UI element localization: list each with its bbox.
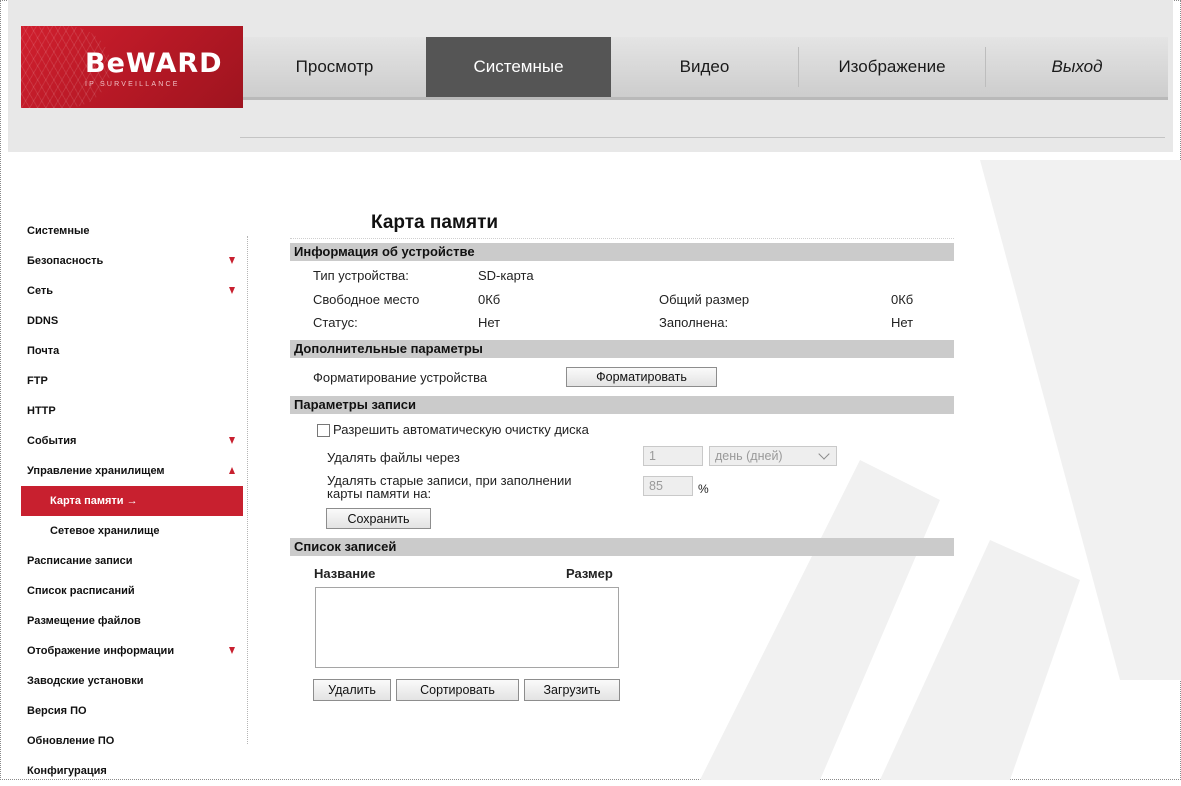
sidebar-item-label: DDNS	[27, 315, 59, 327]
collapse-arrow-icon[interactable]	[229, 467, 235, 474]
sidebar-item-firmware-version[interactable]: Версия ПО	[21, 696, 243, 726]
sidebar-item-label: Системные	[27, 225, 90, 237]
logo-tagline: IP SURVEILLANCE	[85, 81, 180, 88]
sidebar: Системные Безопасность Сеть DDNS Почта F…	[21, 216, 243, 786]
sidebar-item-label: События	[27, 435, 77, 447]
sidebar-item-ftp[interactable]: FTP	[21, 366, 243, 396]
sidebar-item-label: FTP	[27, 375, 48, 387]
sidebar-item-label: Карта памяти	[50, 495, 124, 507]
sort-button[interactable]: Сортировать	[396, 679, 519, 701]
sidebar-item-label: Почта	[27, 345, 60, 357]
tab-video[interactable]: Видео	[611, 37, 798, 97]
tab-image[interactable]: Изображение	[799, 37, 985, 97]
delete-button[interactable]: Удалить	[313, 679, 391, 701]
total-size-label: Общий размер	[659, 292, 750, 307]
sidebar-item-system[interactable]: Системные	[21, 216, 243, 246]
delete-old-label-line2: карты памяти на:	[327, 486, 432, 501]
sidebar-item-label: Сетевое хранилище	[50, 525, 160, 537]
format-button[interactable]: Форматировать	[566, 367, 717, 387]
full-value: Нет	[891, 315, 914, 330]
full-label: Заполнена:	[659, 315, 729, 330]
logo-brand: BeWARD	[85, 48, 223, 79]
sidebar-item-file-placement[interactable]: Размещение файлов	[21, 606, 243, 636]
auto-clean-label: Разрешить автоматическую очистку диска	[333, 422, 589, 437]
records-listbox[interactable]	[315, 587, 619, 668]
format-device-label: Форматирование устройства	[313, 370, 488, 385]
expand-arrow-icon[interactable]	[229, 647, 235, 654]
expand-arrow-icon[interactable]	[229, 437, 235, 444]
sidebar-item-network[interactable]: Сеть	[21, 276, 243, 306]
sidebar-item-label: Версия ПО	[27, 705, 87, 717]
tab-logout[interactable]: Выход	[986, 37, 1168, 97]
header-divider	[240, 137, 1165, 138]
section-records-list: Список записей	[290, 538, 954, 556]
sidebar-divider	[247, 236, 248, 744]
sidebar-item-label: Заводские установки	[27, 675, 144, 687]
total-size-value: 0Кб	[891, 292, 914, 307]
status-label: Статус:	[313, 315, 358, 330]
sidebar-item-label: Расписание записи	[27, 555, 133, 567]
column-name-header: Название	[314, 566, 376, 581]
sidebar-item-factory-defaults[interactable]: Заводские установки	[21, 666, 243, 696]
status-value: Нет	[478, 315, 501, 330]
delete-after-unit-select[interactable]: день (дней)	[709, 446, 837, 466]
sidebar-item-label: Обновление ПО	[27, 735, 115, 747]
sidebar-item-label: HTTP	[27, 405, 56, 417]
free-space-label: Свободное место	[313, 292, 420, 307]
right-arrow-icon: →	[126, 495, 138, 507]
sidebar-item-memory-card[interactable]: Карта памяти →	[21, 486, 243, 516]
section-device-info: Информация об устройстве	[290, 243, 954, 261]
page-title: Карта памяти	[371, 212, 499, 233]
sidebar-item-storage[interactable]: Управление хранилищем	[21, 456, 243, 486]
sidebar-item-info-display[interactable]: Отображение информации	[21, 636, 243, 666]
sidebar-item-record-schedule[interactable]: Расписание записи	[21, 546, 243, 576]
free-space-value: 0Кб	[478, 292, 501, 307]
save-button[interactable]: Сохранить	[326, 508, 431, 529]
delete-after-label: Удалять файлы через	[327, 450, 460, 465]
load-button[interactable]: Загрузить	[524, 679, 620, 701]
sidebar-item-label: Сеть	[27, 285, 54, 297]
sidebar-item-label: Управление хранилищем	[27, 465, 165, 477]
sidebar-item-label: Список расписаний	[27, 585, 135, 597]
auto-clean-checkbox[interactable]	[317, 424, 330, 437]
sidebar-item-ddns[interactable]: DDNS	[21, 306, 243, 336]
beward-logo: BeWARD IP SURVEILLANCE	[21, 26, 243, 108]
delete-old-percent-input[interactable]: 85	[643, 476, 693, 496]
expand-arrow-icon[interactable]	[229, 287, 235, 294]
title-underline	[290, 238, 954, 239]
percent-unit: %	[698, 482, 709, 496]
sidebar-item-firmware-update[interactable]: Обновление ПО	[21, 726, 243, 756]
tab-view[interactable]: Просмотр	[243, 37, 426, 97]
expand-arrow-icon[interactable]	[229, 257, 235, 264]
sidebar-item-security[interactable]: Безопасность	[21, 246, 243, 276]
sidebar-item-nas[interactable]: Сетевое хранилище	[21, 516, 243, 546]
sidebar-item-label: Отображение информации	[27, 645, 175, 657]
delete-after-input[interactable]: 1	[643, 446, 703, 466]
sidebar-item-label: Безопасность	[27, 255, 104, 267]
top-nav: Просмотр Системные Видео Изображение Вых…	[243, 37, 1168, 100]
sidebar-item-http[interactable]: HTTP	[21, 396, 243, 426]
device-type-label: Тип устройства:	[313, 268, 409, 283]
sidebar-item-label: Конфигурация	[27, 765, 107, 777]
sidebar-item-configuration[interactable]: Конфигурация	[21, 756, 243, 786]
column-size-header: Размер	[566, 566, 613, 581]
sidebar-item-events[interactable]: События	[21, 426, 243, 456]
device-type-value: SD-карта	[478, 268, 534, 283]
selected-unit: день (дней)	[715, 449, 783, 463]
section-record-params: Параметры записи	[290, 396, 954, 414]
sidebar-item-schedule-list[interactable]: Список расписаний	[21, 576, 243, 606]
tab-system[interactable]: Системные	[426, 37, 611, 97]
section-extra-params: Дополнительные параметры	[290, 340, 954, 358]
sidebar-item-label: Размещение файлов	[27, 615, 141, 627]
chevron-down-icon	[818, 448, 830, 460]
sidebar-item-mail[interactable]: Почта	[21, 336, 243, 366]
